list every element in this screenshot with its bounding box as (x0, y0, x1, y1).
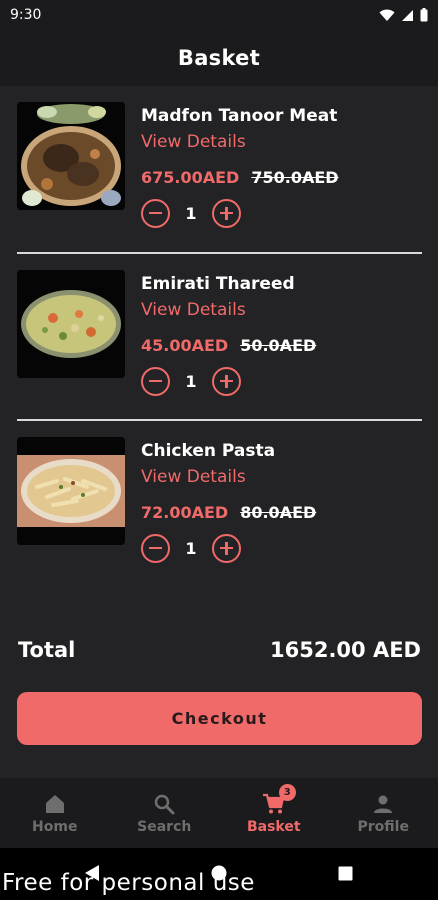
recents-icon[interactable] (338, 866, 353, 885)
basket-item-madfon: Madfon Tanoor Meat View Details 675.00AE… (17, 102, 422, 228)
item-image-thareed (17, 270, 125, 378)
home-icon (43, 792, 67, 816)
price-row: 675.00AED 750.0AED (141, 168, 339, 187)
page-title: Basket (177, 46, 261, 70)
item-old-price: 750.0AED (251, 168, 339, 187)
item-image-madfon (17, 102, 125, 210)
battery-icon (420, 8, 428, 22)
increase-quantity-button[interactable] (212, 198, 241, 228)
item-name: Chicken Pasta (141, 441, 276, 461)
quantity-stepper: 1 (141, 366, 241, 396)
profile-icon (371, 792, 395, 816)
quantity-value: 1 (185, 203, 197, 223)
price-row: 45.00AED 50.0AED (141, 336, 316, 355)
app-header: Basket (0, 30, 438, 86)
nav-item-profile[interactable]: Profile (329, 778, 438, 848)
bottom-nav: Home Search 3 Basket Profile (0, 778, 438, 848)
item-price: 675.00AED (141, 168, 240, 187)
status-bar: 9:30 (0, 0, 438, 30)
decrease-quantity-button[interactable] (141, 533, 170, 563)
watermark: Free for personal use (2, 870, 255, 896)
decrease-quantity-button[interactable] (141, 366, 170, 396)
checkout-button[interactable]: Checkout (17, 692, 422, 745)
view-details-link[interactable]: View Details (141, 467, 246, 487)
nav-item-search[interactable]: Search (110, 778, 220, 848)
nav-item-basket[interactable]: 3 Basket (219, 778, 329, 848)
status-time: 9:30 (10, 7, 42, 23)
item-divider (17, 419, 422, 421)
cart-count-badge: 3 (278, 783, 296, 801)
view-details-link[interactable]: View Details (141, 300, 246, 320)
basket-item-thareed: Emirati Thareed View Details 45.00AED 50.… (17, 270, 422, 396)
quantity-value: 1 (185, 371, 197, 391)
signal-icon (402, 9, 413, 21)
wifi-icon (379, 9, 395, 21)
nav-label: Basket (246, 818, 301, 835)
nav-label: Home (32, 818, 78, 835)
item-name: Madfon Tanoor Meat (141, 106, 338, 126)
search-icon (152, 792, 176, 816)
item-divider (17, 252, 422, 254)
view-details-link[interactable]: View Details (141, 132, 246, 152)
nav-item-home[interactable]: Home (0, 778, 110, 848)
item-image-pasta (17, 437, 125, 545)
item-name: Emirati Thareed (141, 274, 295, 294)
cart-icon: 3 (262, 783, 296, 816)
increase-quantity-button[interactable] (212, 366, 241, 396)
status-icons (379, 8, 428, 22)
total-label: Total (18, 638, 76, 662)
total-value: 1652.00 AED (270, 638, 421, 662)
item-old-price: 50.0AED (240, 336, 317, 355)
decrease-quantity-button[interactable] (141, 198, 170, 228)
item-price: 72.00AED (141, 503, 229, 522)
nav-label: Profile (357, 818, 409, 835)
quantity-stepper: 1 (141, 198, 241, 228)
increase-quantity-button[interactable] (212, 533, 241, 563)
item-old-price: 80.0AED (240, 503, 317, 522)
nav-label: Search (137, 818, 192, 835)
quantity-value: 1 (185, 538, 197, 558)
quantity-stepper: 1 (141, 533, 241, 563)
basket-item-pasta: Chicken Pasta View Details 72.00AED 80.0A… (17, 437, 422, 563)
item-price: 45.00AED (141, 336, 229, 355)
price-row: 72.00AED 80.0AED (141, 503, 316, 522)
